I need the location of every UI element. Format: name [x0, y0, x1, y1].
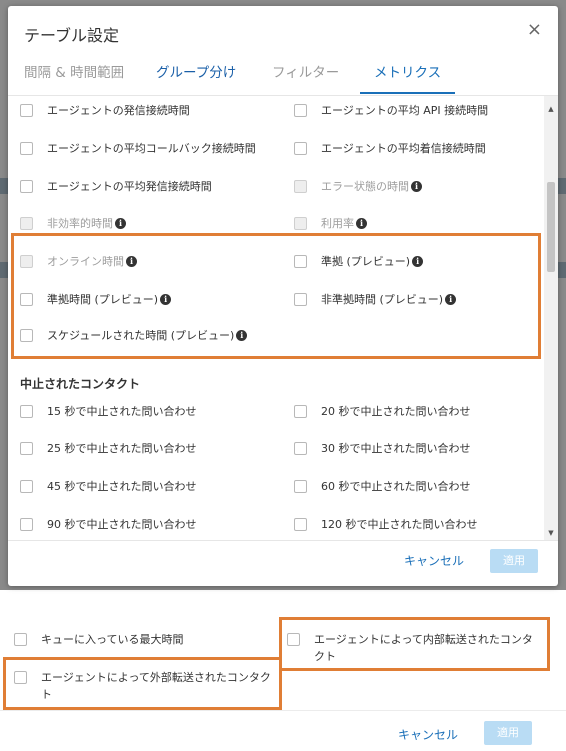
checkbox[interactable] [14, 633, 27, 646]
close-icon[interactable]: × [527, 20, 542, 40]
checkbox[interactable] [294, 479, 307, 493]
info-icon[interactable]: i [412, 255, 424, 267]
tab-filters[interactable]: フィルター [272, 62, 339, 94]
cancel-button[interactable]: キャンセル [404, 552, 464, 569]
checkbox-disabled [294, 216, 307, 230]
metric-checkbox-item[interactable]: エージェントの平均 API 接続時間 [294, 100, 488, 120]
metric-label: エージェントの平均着信接続時間 [321, 142, 486, 155]
checkbox[interactable] [14, 671, 27, 684]
metric-label: エージェントの平均コールバック接続時間 [47, 142, 256, 155]
metric-label: エージェントの平均発信接続時間 [47, 180, 212, 193]
metric-label: 20 秒で中止された問い合わせ [321, 405, 471, 418]
metric-label: 非準拠時間 (プレビュー) [321, 293, 444, 306]
checkbox[interactable] [20, 292, 33, 306]
abandoned-checkbox-item[interactable]: 30 秒で中止された問い合わせ [294, 438, 471, 458]
checkbox[interactable] [20, 441, 33, 455]
info-icon[interactable]: i [160, 293, 172, 305]
checkbox[interactable] [294, 254, 307, 268]
metric-label: 120 秒で中止された問い合わせ [321, 518, 478, 531]
cancel-button[interactable]: キャンセル [398, 726, 458, 743]
metric-label: 45 秒で中止された問い合わせ [47, 480, 197, 493]
metric-label: スケジュールされた時間 (プレビュー) [47, 329, 235, 342]
lower-checkbox-item[interactable]: エージェントによって内部転送されたコンタクト [287, 631, 537, 665]
tab-grouping[interactable]: グループ分け [156, 62, 236, 94]
checkbox[interactable] [294, 103, 307, 117]
checkbox[interactable] [287, 633, 300, 646]
tab-interval-time-range[interactable]: 間隔 & 時間範囲 [24, 62, 124, 94]
checkbox[interactable] [20, 103, 33, 117]
metric-label: 15 秒で中止された問い合わせ [47, 405, 197, 418]
checkbox[interactable] [294, 141, 307, 155]
metric-checkbox-item[interactable]: スケジュールされた時間 (プレビュー) i [20, 325, 248, 345]
divider [0, 710, 566, 711]
metric-checkbox-item[interactable]: 準拠 (プレビュー) i [294, 251, 424, 271]
metric-checkbox-item[interactable]: 非準拠時間 (プレビュー) i [294, 289, 457, 309]
checkbox-disabled [20, 254, 33, 268]
apply-button[interactable]: 適用 [484, 721, 532, 745]
checkbox[interactable] [294, 292, 307, 306]
metric-label: 利用率 [321, 217, 354, 230]
scrollbar[interactable]: ▲ ▼ [544, 96, 558, 540]
metric-checkbox-item[interactable]: 準拠時間 (プレビュー) i [20, 289, 172, 309]
metric-label: 90 秒で中止された問い合わせ [47, 518, 197, 531]
metric-checkbox-item[interactable]: エージェントの平均発信接続時間 [20, 176, 212, 196]
metric-label: 非効率的時間 [47, 217, 113, 230]
checkbox[interactable] [294, 441, 307, 455]
info-icon[interactable]: i [445, 293, 457, 305]
metric-label: エージェントによって内部転送されたコンタクト [314, 633, 533, 663]
tab-metrics[interactable]: メトリクス [360, 62, 456, 94]
abandoned-checkbox-item[interactable]: 60 秒で中止された問い合わせ [294, 476, 471, 496]
abandoned-checkbox-item[interactable]: 120 秒で中止された問い合わせ [294, 514, 478, 534]
checkbox-disabled [294, 179, 307, 193]
metric-label: エージェントの発信接続時間 [47, 104, 190, 117]
lower-checkbox-item[interactable]: キューに入っている最大時間 [14, 631, 183, 648]
lower-checkbox-item[interactable]: エージェントによって外部転送されたコンタクト [14, 669, 276, 703]
metric-label: 準拠 (プレビュー) [321, 255, 411, 268]
metric-label: 25 秒で中止された問い合わせ [47, 442, 197, 455]
metric-checkbox-item-disabled: オンライン時間 i [20, 251, 137, 271]
metric-label: エージェントによって外部転送されたコンタクト [41, 671, 271, 701]
checkbox[interactable] [20, 328, 33, 342]
metric-checkbox-item[interactable]: エージェントの平均コールバック接続時間 [20, 138, 256, 158]
section-heading-abandoned: 中止されたコンタクト [20, 377, 141, 391]
checkbox-disabled [20, 216, 33, 230]
table-settings-dialog: テーブル設定 × 間隔 & 時間範囲 グループ分け フィルター メトリクス エー… [8, 6, 558, 586]
dialog-title: テーブル設定 [24, 26, 120, 45]
dialog-tabs: 間隔 & 時間範囲 グループ分け フィルター メトリクス [24, 62, 542, 96]
info-icon[interactable]: i [411, 180, 422, 192]
scroll-thumb[interactable] [547, 182, 555, 272]
checkbox[interactable] [20, 404, 33, 418]
info-icon[interactable]: i [126, 255, 137, 267]
metric-checkbox-item[interactable]: エージェントの平均着信接続時間 [294, 138, 486, 158]
metric-checkbox-item-disabled: エラー状態の時間 i [294, 176, 422, 196]
checkbox[interactable] [294, 404, 307, 418]
metric-label: 準拠時間 (プレビュー) [47, 293, 159, 306]
apply-button[interactable]: 適用 [490, 549, 538, 573]
scroll-down-arrow-icon[interactable]: ▼ [544, 526, 558, 540]
metric-checkbox-item-disabled: 利用率 i [294, 213, 367, 233]
checkbox[interactable] [20, 517, 33, 531]
scroll-up-arrow-icon[interactable]: ▲ [544, 102, 558, 116]
checkbox[interactable] [20, 179, 33, 193]
abandoned-checkbox-item[interactable]: 90 秒で中止された問い合わせ [20, 514, 197, 534]
metric-checkbox-item-disabled: 非効率的時間 i [20, 213, 126, 233]
metrics-list: エージェントの発信接続時間 エージェントの平均 API 接続時間 エージェントの… [8, 95, 558, 541]
info-icon[interactable]: i [236, 329, 248, 341]
metric-label: エージェントの平均 API 接続時間 [321, 104, 489, 117]
info-icon[interactable]: i [115, 217, 126, 229]
metric-label: オンライン時間 [47, 255, 124, 268]
metric-label: キューに入っている最大時間 [41, 633, 184, 646]
abandoned-checkbox-item[interactable]: 15 秒で中止された問い合わせ [20, 401, 197, 421]
abandoned-checkbox-item[interactable]: 25 秒で中止された問い合わせ [20, 438, 197, 458]
info-icon[interactable]: i [356, 217, 367, 229]
metric-label: 60 秒で中止された問い合わせ [321, 480, 471, 493]
abandoned-checkbox-item[interactable]: 20 秒で中止された問い合わせ [294, 401, 471, 421]
metric-label: エラー状態の時間 [321, 180, 409, 193]
abandoned-checkbox-item[interactable]: 45 秒で中止された問い合わせ [20, 476, 197, 496]
checkbox[interactable] [294, 517, 307, 531]
checkbox[interactable] [20, 141, 33, 155]
metric-checkbox-item[interactable]: エージェントの発信接続時間 [20, 100, 190, 120]
checkbox[interactable] [20, 479, 33, 493]
metric-label: 30 秒で中止された問い合わせ [321, 442, 471, 455]
